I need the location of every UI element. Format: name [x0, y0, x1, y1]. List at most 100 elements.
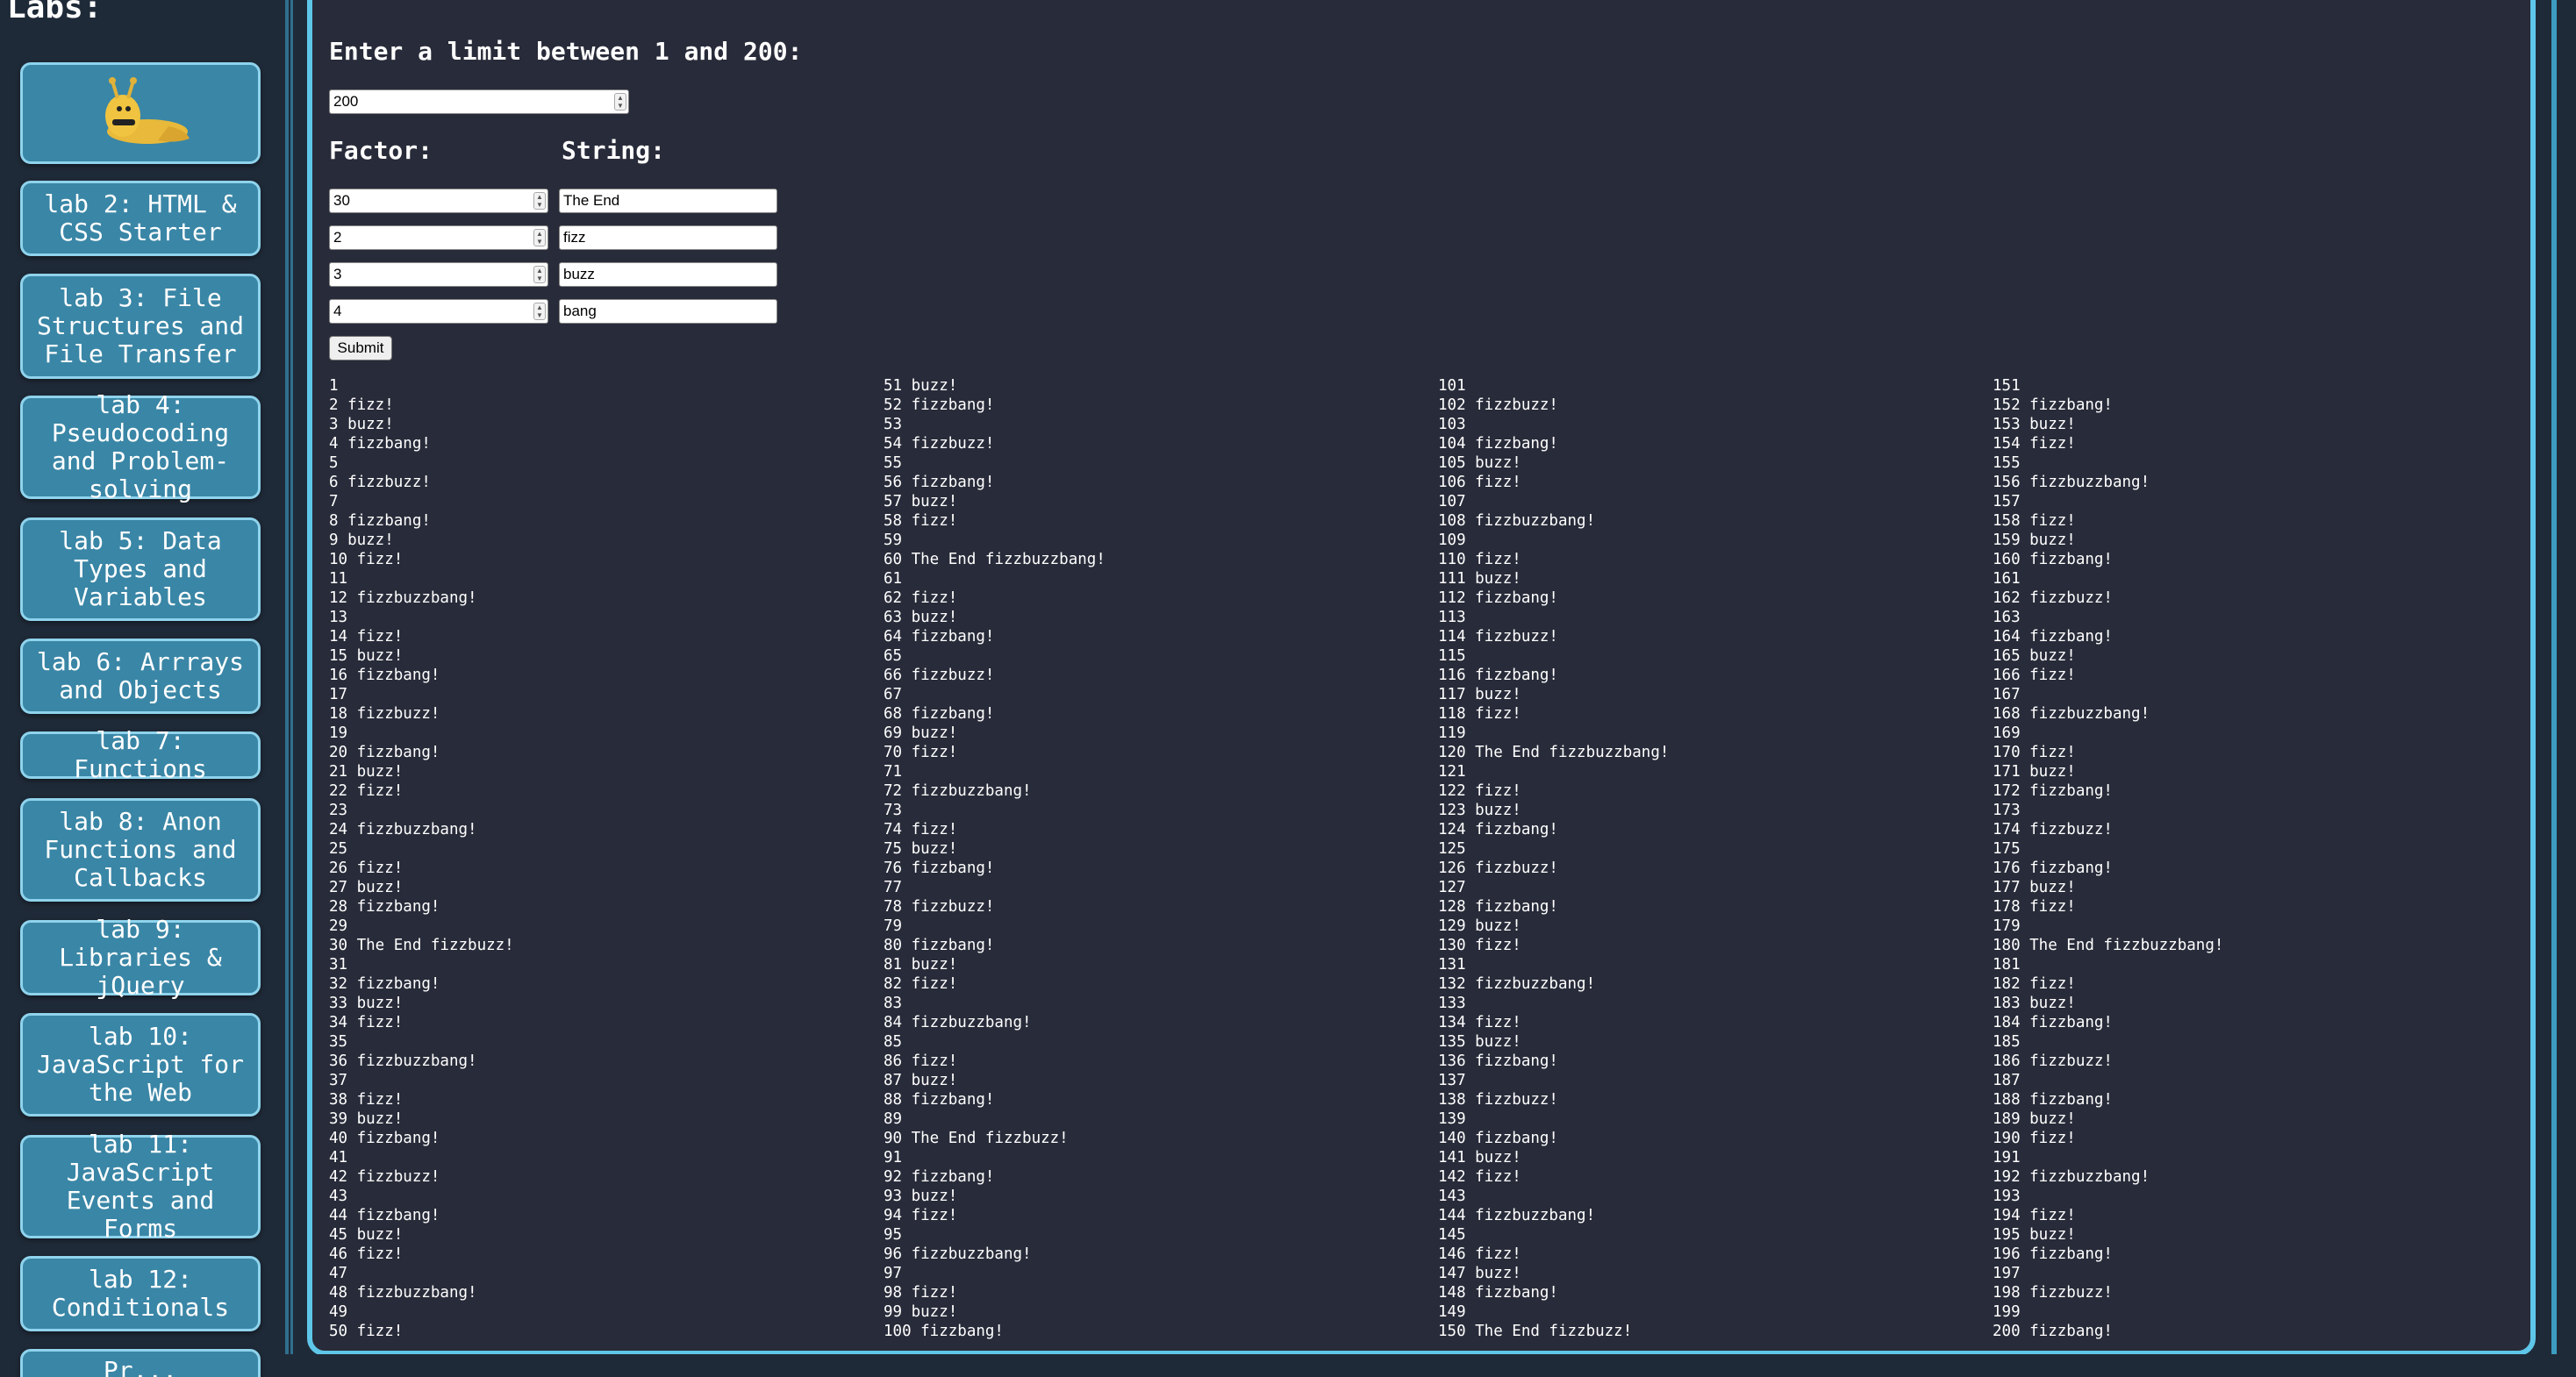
factor-spinner-icon[interactable]: ▲ ▼	[533, 303, 546, 320]
output-line: 187	[1993, 1072, 2021, 1089]
sidebar-lab-6[interactable]: lab 6: Arrrays and Objects	[20, 639, 261, 714]
string-input-1[interactable]: The End	[559, 189, 777, 213]
string-input-3[interactable]: buzz	[559, 262, 777, 287]
sidebar: Labs: lab 2: HTML & CSS Starter lab 3: F…	[0, 0, 283, 1377]
output-line: 155	[1993, 454, 2021, 472]
factor-spinner-icon[interactable]: ▲ ▼	[533, 229, 546, 246]
output-line: 109	[1438, 532, 1466, 549]
output-line: 199	[1993, 1303, 2021, 1321]
output-line: 171 buzz!	[1993, 763, 2076, 781]
output-line: 57 buzz!	[884, 493, 958, 510]
output-line: 22 fizz!	[329, 782, 404, 800]
factor-input-1[interactable]: 30 ▲ ▼	[329, 189, 548, 213]
output-line: 36 fizzbuzzbang!	[329, 1052, 477, 1070]
output-line: 198 fizzbuzz!	[1993, 1284, 2113, 1302]
sidebar-lab-5[interactable]: lab 5: Data Types and Variables	[20, 517, 261, 621]
output-line: 77	[884, 879, 903, 896]
output-line: 95	[884, 1226, 903, 1244]
output-line: 65	[884, 647, 903, 665]
output-line: 193	[1993, 1188, 2021, 1205]
string-input-2-value: fizz	[563, 229, 586, 246]
output-line: 100 fizzbang!	[884, 1323, 1004, 1340]
output-line: 53	[884, 416, 903, 433]
sidebar-lab-10[interactable]: lab 10: JavaScript for the Web	[20, 1013, 261, 1117]
limit-spinner-icon[interactable]: ▲ ▼	[614, 93, 626, 111]
sidebar-lab-11[interactable]: lab 11: JavaScript Events and Forms	[20, 1131, 261, 1243]
output-line: 153 buzz!	[1993, 416, 2076, 433]
string-input-4[interactable]: bang	[559, 299, 777, 324]
sidebar-lab-7[interactable]: lab 7: Functions	[20, 727, 261, 783]
factor-input-4[interactable]: 4 ▲ ▼	[329, 299, 548, 324]
output-line: 141 buzz!	[1438, 1149, 1521, 1167]
output-line: 148 fizzbang!	[1438, 1284, 1558, 1302]
output-line: 123 buzz!	[1438, 802, 1521, 819]
output-line: 105 buzz!	[1438, 454, 1521, 472]
output-line: 184 fizzbang!	[1993, 1014, 2113, 1031]
output-column-3: 101 102 fizzbuzz! 103 104 fizzbang! 105 buzz…	[1438, 376, 1669, 1341]
output-line: 165 buzz!	[1993, 647, 2076, 665]
output-line: 132 fizzbuzzbang!	[1438, 975, 1596, 993]
limit-input[interactable]: 200 ▲ ▼	[329, 89, 629, 114]
output-line: 88 fizzbang!	[884, 1091, 995, 1109]
output-line: 159 buzz!	[1993, 532, 2076, 549]
sidebar-lab-3[interactable]: lab 3: File Structures and File Transfer	[20, 274, 261, 379]
output-line: 69 buzz!	[884, 724, 958, 742]
output-line: 112 fizzbang!	[1438, 589, 1558, 607]
output-line: 162 fizzbuzz!	[1993, 589, 2113, 607]
output-line: 200 fizzbang!	[1993, 1323, 2113, 1340]
sidebar-lab-12[interactable]: lab 12: Conditionals	[20, 1256, 261, 1331]
output-line: 151	[1993, 377, 2021, 395]
output-line: 51 buzz!	[884, 377, 958, 395]
output-line: 63 buzz!	[884, 609, 958, 626]
output-line: 150 The End fizzbuzz!	[1438, 1323, 1633, 1340]
factor-input-2[interactable]: 2 ▲ ▼	[329, 225, 548, 250]
output-line: 17	[329, 686, 348, 703]
sidebar-lab-8[interactable]: lab 8: Anon Functions and Callbacks	[20, 798, 261, 902]
output-line: 119	[1438, 724, 1466, 742]
output-line: 145	[1438, 1226, 1466, 1244]
page-scrollbar[interactable]	[2544, 0, 2576, 1377]
output-line: 152 fizzbang!	[1993, 396, 2113, 414]
output-line: 68 fizzbang!	[884, 705, 995, 723]
factor-label: Factor:	[329, 136, 433, 165]
output-line: 42 fizzbuzz!	[329, 1168, 440, 1186]
string-input-3-value: buzz	[563, 266, 595, 282]
output-line: 82 fizz!	[884, 975, 958, 993]
slug-mascot-icon	[105, 77, 190, 144]
output-line: 70 fizz!	[884, 744, 958, 761]
output-line: 90 The End fizzbuzz!	[884, 1130, 1069, 1147]
output-line: 62 fizz!	[884, 589, 958, 607]
output-line: 5	[329, 454, 339, 472]
factor-spinner-icon[interactable]: ▲ ▼	[533, 192, 546, 210]
output-line: 86 fizz!	[884, 1052, 958, 1070]
output-line: 9 buzz!	[329, 532, 394, 549]
output-line: 79	[884, 917, 903, 935]
output-line: 46 fizz!	[329, 1245, 404, 1263]
string-input-2[interactable]: fizz	[559, 225, 777, 250]
factor-input-3-value: 3	[333, 266, 342, 282]
sidebar-lab-9[interactable]: lab 9: Libraries & jQuery	[20, 916, 261, 1000]
home-slug-button[interactable]	[20, 62, 261, 164]
output-line: 39 buzz!	[329, 1110, 404, 1128]
factor-spinner-icon[interactable]: ▲ ▼	[533, 266, 546, 283]
output-line: 11	[329, 570, 348, 588]
sidebar-lab-partial[interactable]: Pr...	[20, 1349, 261, 1377]
output-line: 160 fizzbang!	[1993, 551, 2113, 568]
submit-button[interactable]: Submit	[329, 336, 392, 360]
output-line: 35	[329, 1033, 348, 1051]
output-line: 7	[329, 493, 339, 510]
output-line: 158 fizz!	[1993, 512, 2076, 530]
sidebar-lab-2[interactable]: lab 2: HTML & CSS Starter	[20, 181, 261, 256]
factor-input-4-value: 4	[333, 303, 342, 319]
output-column-1: 12 fizz! 3 buzz! 4 fizzbang! 5 6 fizzbuzz! 7 8…	[329, 376, 514, 1341]
output-line: 157	[1993, 493, 2021, 510]
output-line: 113	[1438, 609, 1466, 626]
output-line: 50 fizz!	[329, 1323, 404, 1340]
output-line: 102 fizzbuzz!	[1438, 396, 1558, 414]
output-line: 13	[329, 609, 348, 626]
factor-input-3[interactable]: 3 ▲ ▼	[329, 262, 548, 287]
sidebar-lab-4[interactable]: lab 4: Pseudocoding and Problem-solving	[20, 391, 261, 503]
output-line: 192 fizzbuzzbang!	[1993, 1168, 2150, 1186]
output-line: 94 fizz!	[884, 1207, 958, 1224]
output-line: 175	[1993, 840, 2021, 858]
